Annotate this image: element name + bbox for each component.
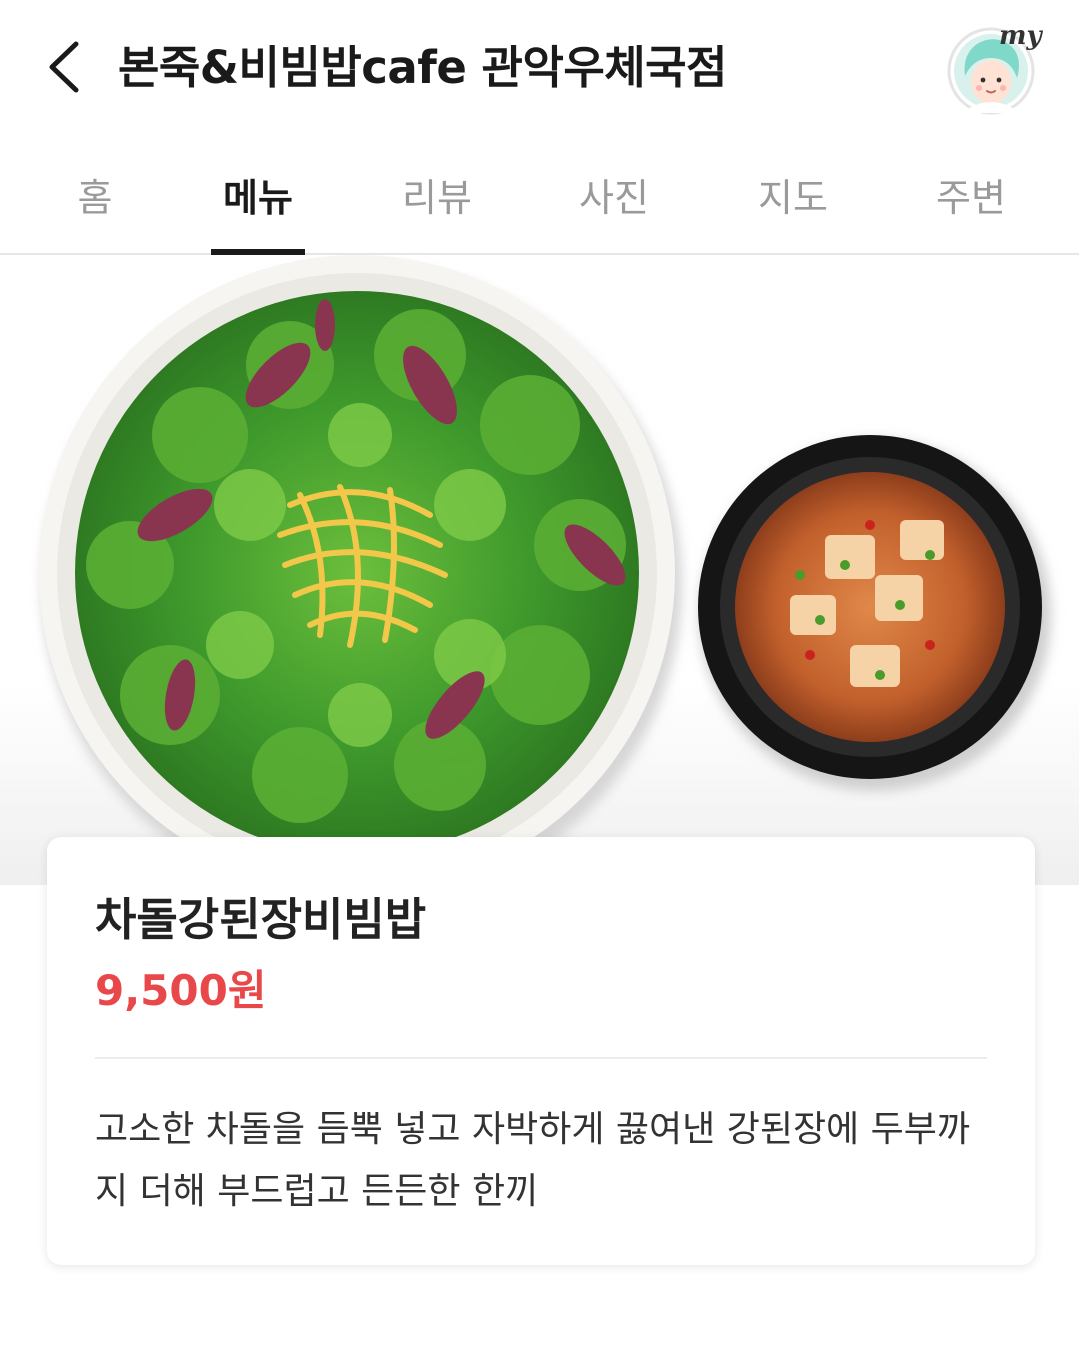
page-title: 본죽&비빔밥cafe 관악우체국점	[118, 41, 727, 94]
back-button[interactable]	[38, 34, 98, 100]
avatar-icon: my	[947, 21, 1044, 115]
chevron-left-icon	[49, 41, 79, 93]
menu-photo[interactable]	[0, 255, 1079, 885]
tab-menu[interactable]: 메뉴	[211, 135, 305, 253]
my-profile-button[interactable]: my	[943, 18, 1047, 118]
divider	[95, 1057, 987, 1059]
tab-map[interactable]: 지도	[746, 135, 840, 253]
food-illustration	[39, 255, 1051, 885]
menu-detail-card: 차돌강된장비빔밥 9,500원 고소한 차돌을 듬뿍 넣고 자박하게 끓여낸 강…	[47, 837, 1035, 1265]
header: 본죽&비빔밥cafe 관악우체국점 my	[0, 0, 1079, 135]
tab-home[interactable]: 홈	[50, 135, 140, 253]
tab-photos[interactable]: 사진	[567, 135, 661, 253]
my-label: my	[999, 21, 1044, 51]
tab-nearby[interactable]: 주변	[924, 135, 1018, 253]
menu-price: 9,500원	[95, 966, 267, 1015]
tab-bar: 홈 메뉴 리뷰 사진 지도 주변	[0, 135, 1079, 255]
menu-name: 차돌강된장비빔밥	[95, 893, 427, 946]
menu-description: 고소한 차돌을 듬뿍 넣고 자박하게 끓여낸 강된장에 두부까지 더해 부드럽고…	[95, 1109, 970, 1212]
tab-reviews[interactable]: 리뷰	[390, 135, 484, 253]
